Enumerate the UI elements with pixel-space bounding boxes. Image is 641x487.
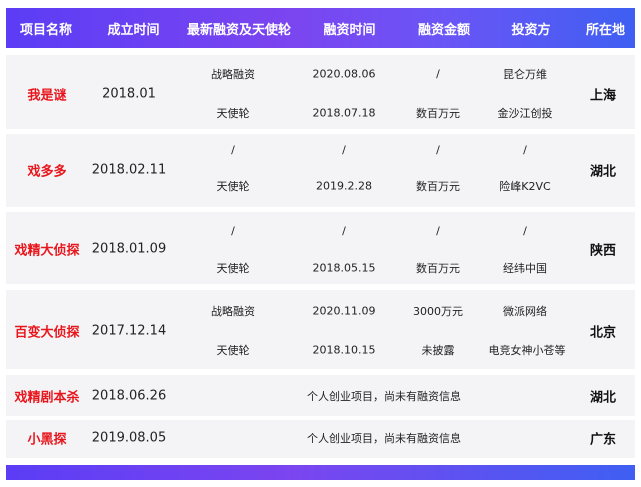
funding-time: 2018.05.15 xyxy=(312,261,376,275)
project-name: 小黑探 xyxy=(27,432,67,448)
investor: 险峰K2VC xyxy=(499,180,551,193)
founded-date: 2017.12.14 xyxy=(91,323,167,339)
investor: 金沙江创投 xyxy=(497,107,553,120)
funding-table: 项目名称 成立时间 最新融资及天使轮 融资时间 融资金额 投资方 所在地 我是谜… xyxy=(0,0,641,487)
round: 天使轮 xyxy=(216,180,250,193)
table-footer-bar xyxy=(6,465,635,480)
round: 天使轮 xyxy=(216,344,250,357)
round: 战略融资 xyxy=(211,68,255,81)
investor: 经纬中国 xyxy=(503,262,547,275)
amount: 数百万元 xyxy=(416,180,460,193)
project-name: 我是谜 xyxy=(27,88,67,104)
investor: / xyxy=(523,143,527,157)
round: 天使轮 xyxy=(216,107,250,120)
header-location: 所在地 xyxy=(585,22,625,38)
round: 天使轮 xyxy=(216,262,250,275)
table-header: 项目名称 成立时间 最新融资及天使轮 融资时间 融资金额 投资方 所在地 xyxy=(6,8,635,48)
project-name: 戏精剧本杀 xyxy=(14,390,80,406)
founded-date: 2018.06.26 xyxy=(91,388,167,404)
investor: / xyxy=(523,224,527,238)
header-latest-round: 最新融资及天使轮 xyxy=(186,22,291,38)
location: 陕西 xyxy=(589,243,617,259)
funding-time: / xyxy=(342,224,346,238)
location: 上海 xyxy=(589,88,617,104)
funding-time: 2020.08.06 xyxy=(312,67,376,81)
funding-note: 个人创业项目，尚未有融资信息 xyxy=(307,432,461,445)
funding-time: 2020.11.09 xyxy=(312,304,376,318)
investor: 微派网络 xyxy=(503,305,547,318)
location: 湖北 xyxy=(589,390,617,406)
founded-date: 2019.08.05 xyxy=(91,430,167,446)
investor: 电竞女神小苍等 xyxy=(488,344,566,357)
round: / xyxy=(231,143,235,157)
header-founded: 成立时间 xyxy=(107,22,160,38)
funding-time: 2019.2.28 xyxy=(316,179,372,193)
amount: / xyxy=(436,224,440,238)
funding-time: / xyxy=(342,143,346,157)
location: 广东 xyxy=(589,432,617,448)
round: / xyxy=(231,224,235,238)
amount: 未披露 xyxy=(421,344,455,357)
header-project: 项目名称 xyxy=(19,22,72,38)
funding-note: 个人创业项目，尚未有融资信息 xyxy=(307,390,461,403)
amount: / xyxy=(436,67,440,81)
investor: 昆仑万维 xyxy=(503,68,547,81)
amount: 数百万元 xyxy=(416,262,460,275)
funding-time: 2018.10.15 xyxy=(312,343,376,357)
amount: 3000万元 xyxy=(413,305,463,318)
project-name: 百变大侦探 xyxy=(14,325,80,341)
header-amount: 融资金额 xyxy=(417,22,470,38)
location: 北京 xyxy=(589,325,617,341)
round: 战略融资 xyxy=(211,305,255,318)
founded-date: 2018.01 xyxy=(102,86,156,102)
project-name: 戏多多 xyxy=(27,164,67,180)
funding-time: 2018.07.18 xyxy=(312,106,376,120)
amount: / xyxy=(436,143,440,157)
founded-date: 2018.02.11 xyxy=(91,162,167,178)
location: 湖北 xyxy=(589,164,617,180)
amount: 数百万元 xyxy=(416,107,460,120)
founded-date: 2018.01.09 xyxy=(91,241,167,257)
header-investor: 投资方 xyxy=(511,22,551,38)
project-name: 戏精大侦探 xyxy=(14,243,80,259)
header-funding-time: 融资时间 xyxy=(323,22,376,38)
